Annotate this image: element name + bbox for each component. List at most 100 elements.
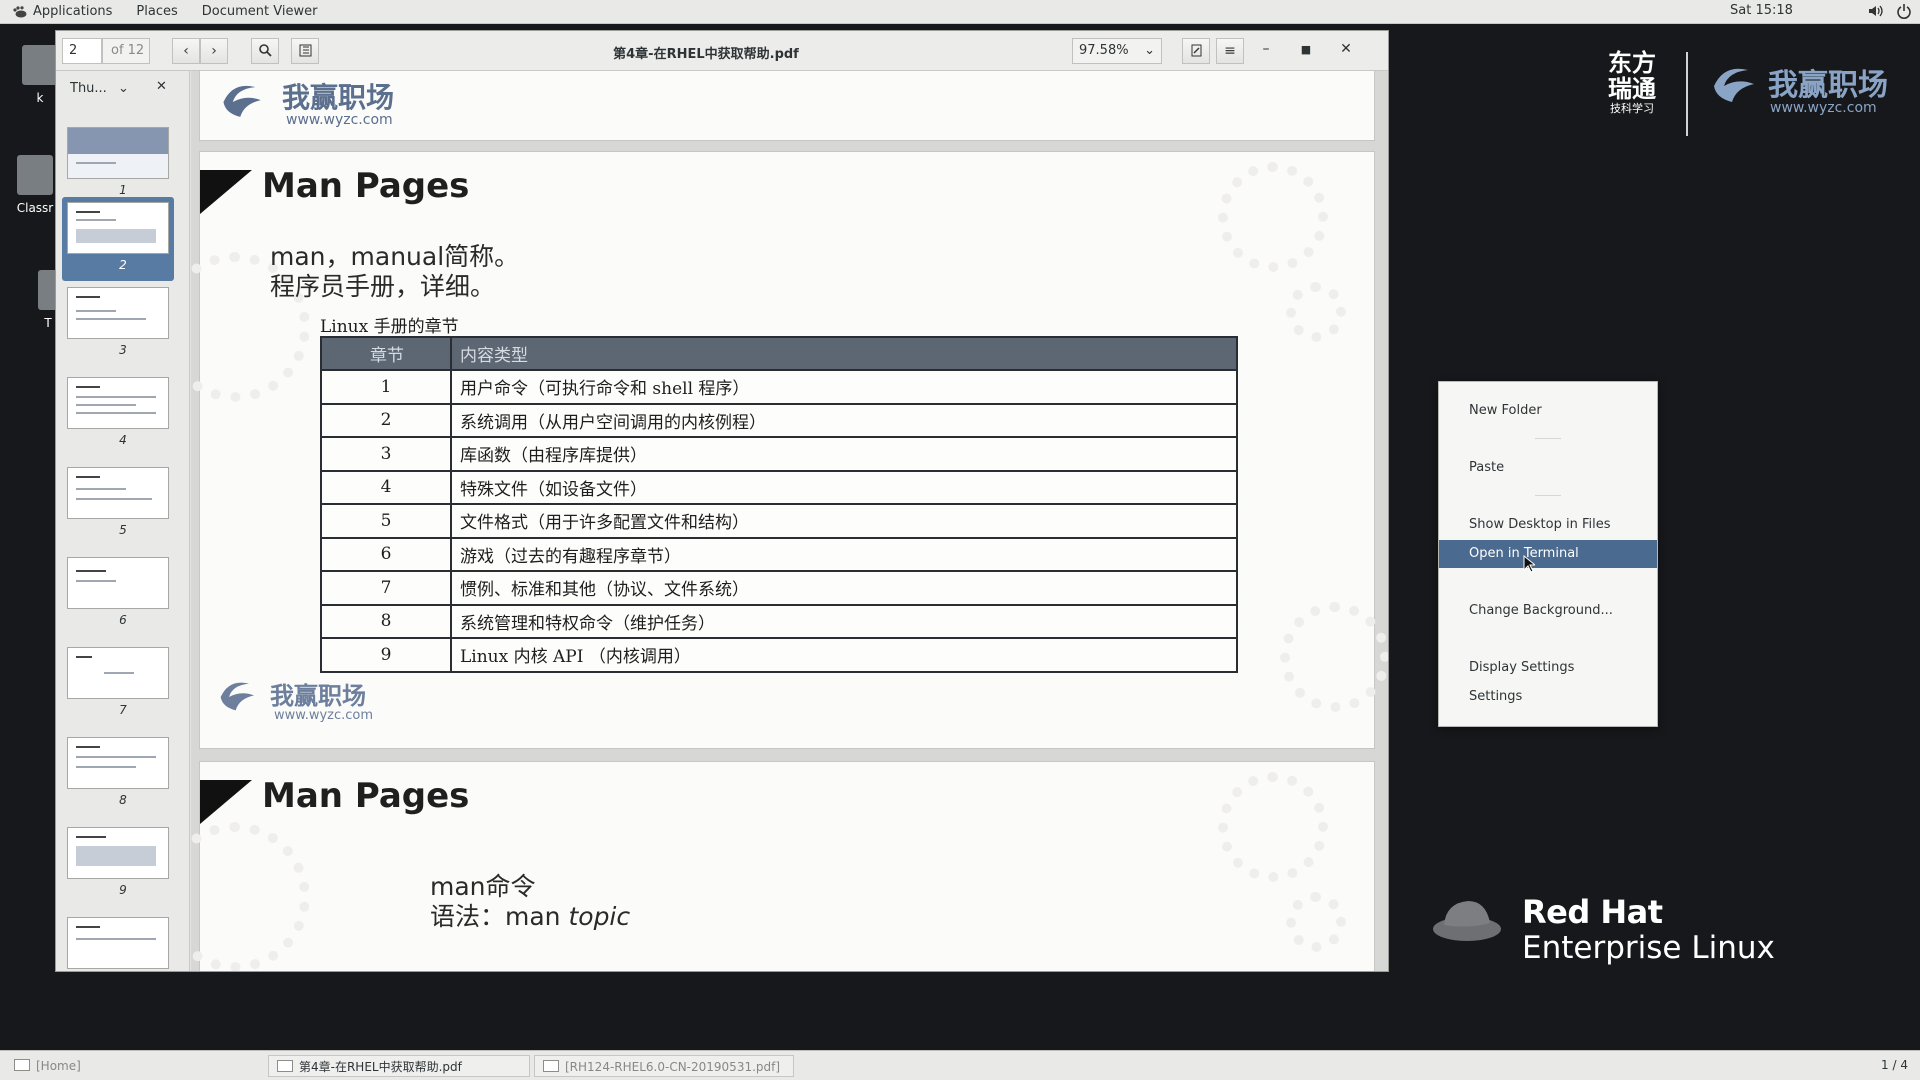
search-button[interactable] <box>251 38 279 64</box>
zoom-select[interactable]: 97.58% ⌄ <box>1072 38 1162 64</box>
thumbnail-page-8[interactable] <box>67 737 169 789</box>
sidebar-mode-select[interactable]: Thu... ⌄ <box>70 79 132 99</box>
menu-item-display-settings[interactable]: Display Settings <box>1439 654 1657 682</box>
pdf-page-2: Man Pages man，manual简称。 程序员手册，详细。 Linux … <box>191 151 1388 749</box>
system-tray <box>1868 3 1912 19</box>
title-marker <box>200 780 252 824</box>
section-description: 系统管理和特权命令（维护任务） <box>450 603 1238 639</box>
table-header-content-type: 内容类型 <box>450 336 1238 371</box>
table-row: 9 Linux 内核 API （内核调用） <box>320 637 1238 673</box>
thumbnail-page-2[interactable] <box>67 202 169 254</box>
main-menu-button[interactable]: ≡ <box>1216 38 1244 64</box>
logo-divider <box>1686 52 1688 136</box>
bottom-taskbar: [Home] 第4章-在RHEL中获取帮助.pdf [RH124-RHEL6.0… <box>0 1050 1920 1080</box>
thumbnail-page-10[interactable] <box>67 917 169 969</box>
thumbnail-label: 7 <box>119 703 127 717</box>
folder-icon <box>17 155 53 195</box>
section-description: 库函数（由程序库提供） <box>450 436 1238 472</box>
footer-logo-text: 我赢职场 <box>270 682 366 710</box>
menu-item-new-folder[interactable]: New Folder <box>1439 397 1657 425</box>
section-number: 7 <box>320 570 452 606</box>
section-number: 6 <box>320 536 452 572</box>
maximize-button[interactable]: ■ <box>1296 41 1316 57</box>
wyzc-swirl-icon <box>223 85 261 117</box>
thumbnail-page-4[interactable] <box>67 377 169 429</box>
thumbnail-label: 5 <box>119 523 127 537</box>
minimize-button[interactable]: – <box>1256 41 1276 57</box>
desktop-icon-home-label: k <box>36 91 44 105</box>
applications-label: Applications <box>33 4 113 19</box>
section-description: 游戏（过去的有趣程序章节） <box>450 536 1238 572</box>
header-logo-url: www.wyzc.com <box>286 112 393 128</box>
menu-item-paste[interactable]: Paste <box>1439 454 1657 482</box>
next-page-button[interactable]: › <box>200 38 228 64</box>
thumbnail-page-7[interactable] <box>67 647 169 699</box>
page-number-input[interactable]: 2 <box>62 38 102 64</box>
annotation-button[interactable] <box>1182 38 1210 64</box>
redhat-logo: Red Hat Enterprise Linux <box>1430 895 1775 967</box>
slide-text-line-2: 程序员手册，详细。 <box>270 272 496 301</box>
man-sections-table: 章节 内容类型 1 用户命令（可执行命令和 shell 程序） 2 系统调用（从用户… <box>320 336 1238 673</box>
thumbnail-page-9[interactable] <box>67 827 169 879</box>
wyzc-swirl-icon <box>220 682 254 711</box>
footer-logo-url: www.wyzc.com <box>274 708 374 723</box>
table-caption: Linux 手册的章节 <box>320 317 459 337</box>
close-icon: ✕ <box>1340 41 1352 57</box>
document-title: 第4章-在RHEL中获取帮助.pdf <box>613 47 799 62</box>
decorative-flower <box>1218 772 1328 882</box>
menu-item-settings[interactable]: Settings <box>1439 683 1657 711</box>
power-icon[interactable] <box>1896 3 1912 19</box>
section-description: 系统调用（从用户空间调用的内核例程） <box>450 402 1238 438</box>
sidebar-mode-value: Thu... <box>70 81 107 96</box>
section-number: 4 <box>320 469 452 505</box>
document-view[interactable]: 我赢职场 www.wyzc.com Man Pages man，manual简称… <box>191 71 1388 971</box>
applications-menu[interactable]: Applications <box>0 4 124 19</box>
wyzc-swirl-icon <box>1714 68 1754 102</box>
decorative-flower <box>1286 892 1346 952</box>
table-row: 1 用户命令（可执行命令和 shell 程序） <box>320 369 1238 405</box>
document-viewer-menu[interactable]: Document Viewer <box>190 4 330 19</box>
slide-title: Man Pages <box>262 776 470 816</box>
desktop-icon-home[interactable]: k <box>20 45 60 105</box>
sidebar-header: Thu... ⌄ ✕ <box>56 71 189 105</box>
volume-icon[interactable] <box>1868 3 1884 19</box>
sidebar-toggle-button[interactable] <box>291 38 319 64</box>
sidebar-close-button[interactable]: ✕ <box>156 79 167 94</box>
taskbar-item-home[interactable]: [Home] <box>6 1055 260 1077</box>
taskbar-item-document-viewer[interactable]: 第4章-在RHEL中获取帮助.pdf <box>268 1055 530 1077</box>
menu-item-change-background[interactable]: Change Background... <box>1439 597 1657 625</box>
chevron-down-icon: ⌄ <box>118 81 129 96</box>
section-description: 用户命令（可执行命令和 shell 程序） <box>450 369 1238 405</box>
thumbnail-page-3[interactable] <box>67 287 169 339</box>
thumbnail-page-5[interactable] <box>67 467 169 519</box>
close-button[interactable]: ✕ <box>1336 41 1356 57</box>
folder-icon <box>14 1059 30 1071</box>
places-menu[interactable]: Places <box>124 4 189 19</box>
section-description: 特殊文件（如设备文件） <box>450 469 1238 505</box>
taskbar-item-pdf-2-label: [RH124-RHEL6.0-CN-20190531.pdf] <box>565 1060 781 1074</box>
desktop-icon-classroom[interactable]: Classr <box>12 155 58 215</box>
document-viewer-label: Document Viewer <box>201 4 318 19</box>
thumbnail-page-1[interactable] <box>67 127 169 179</box>
menu-item-show-desktop-in-files[interactable]: Show Desktop in Files <box>1439 511 1657 539</box>
dongfang-logo: 东方瑞通 技科学习 <box>1600 50 1664 116</box>
desktop-icon-classroom-label: Classr <box>16 201 54 215</box>
menu-item-open-in-terminal[interactable]: Open in Terminal <box>1439 540 1657 568</box>
table-row: 4 特殊文件（如设备文件） <box>320 469 1238 505</box>
thumbnail-page-6[interactable] <box>67 557 169 609</box>
clock[interactable]: Sat 15:18 <box>1730 3 1890 18</box>
search-icon <box>258 44 272 57</box>
section-number: 8 <box>320 603 452 639</box>
previous-page-button[interactable]: ‹ <box>172 38 200 64</box>
top-panel: Applications Places Document Viewer Sat … <box>0 0 1920 24</box>
taskbar-item-pdf-2[interactable]: [RH124-RHEL6.0-CN-20190531.pdf] <box>534 1055 794 1077</box>
menu-separator <box>1535 438 1561 439</box>
pdf-page-3: Man Pages man命令 语法：man topic <box>191 761 1375 971</box>
section-number: 3 <box>320 436 452 472</box>
workspace-indicator[interactable]: 1 / 4 <box>1881 1058 1908 1072</box>
desktop-context-menu: New Folder Paste Show Desktop in Files O… <box>1438 381 1658 727</box>
document-edit-icon <box>1191 44 1201 57</box>
desktop-branding-logos: 东方瑞通 技科学习 我赢职场 www.wyzc.com <box>1590 50 1890 140</box>
table-row: 7 惯例、标准和其他（协议、文件系统） <box>320 570 1238 606</box>
thumbnail-label: 3 <box>119 343 127 357</box>
